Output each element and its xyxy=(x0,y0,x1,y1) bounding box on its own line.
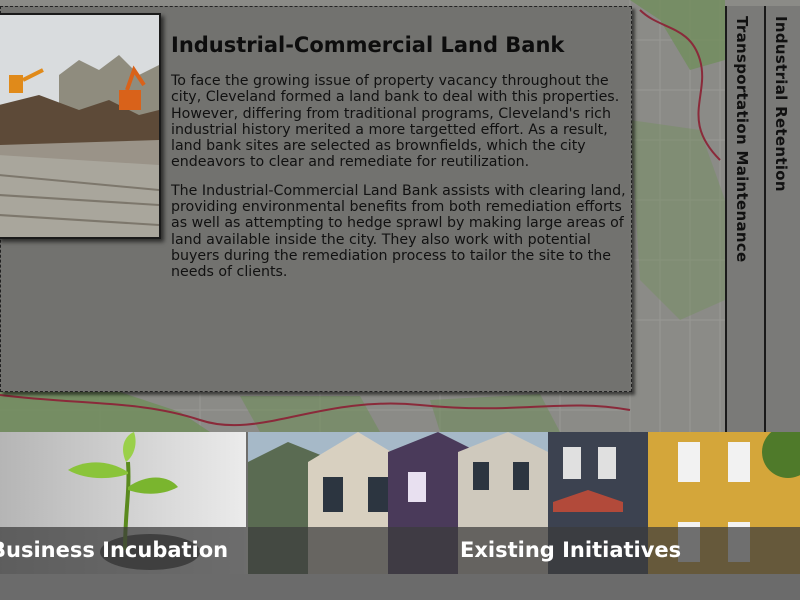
info-panel: Industrial-Commercial Land Bank To face … xyxy=(0,6,632,392)
tile-caption: Existing Initiatives xyxy=(248,527,800,574)
panel-paragraph: To face the growing issue of property va… xyxy=(171,73,620,171)
tile-caption: Business Incubation xyxy=(0,527,246,574)
tile-business-incubation[interactable]: Business Incubation xyxy=(0,432,246,574)
bottom-strip xyxy=(0,574,800,600)
tile-existing-initiatives[interactable]: Existing Initiatives xyxy=(248,432,800,574)
tile-label: Existing Initiatives xyxy=(460,538,682,562)
brownfield-photo xyxy=(0,13,161,239)
tile-label: Business Incubation xyxy=(0,538,229,562)
tab-label: Transportation Maintenance xyxy=(733,16,751,263)
tab-label: Industrial Retention xyxy=(772,16,790,192)
panel-title: Industrial-Commercial Land Bank xyxy=(171,33,565,57)
tab-transportation-maintenance[interactable]: Transportation Maintenance xyxy=(725,6,764,432)
tab-industrial-retention[interactable]: Industrial Retention xyxy=(764,6,800,432)
panel-paragraph: The Industrial-Commercial Land Bank assi… xyxy=(171,182,626,281)
panel-body: To face the growing issue of property va… xyxy=(171,73,633,293)
